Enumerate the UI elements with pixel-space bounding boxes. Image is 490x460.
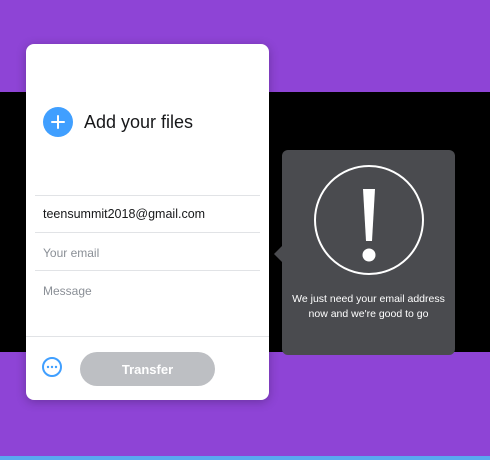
message-input[interactable]: Message (43, 284, 92, 298)
divider (35, 195, 260, 196)
upload-card: Add your files teensummit2018@gmail.com … (26, 44, 269, 400)
email-required-tooltip: We just need your email address now and … (282, 150, 455, 355)
add-files-label: Add your files (84, 111, 194, 132)
your-email-input[interactable]: Your email (43, 246, 99, 260)
exclamation-icon (312, 163, 426, 282)
recipient-email-field[interactable]: teensummit2018@gmail.com (43, 207, 205, 221)
divider (35, 232, 260, 233)
add-files-button[interactable]: Add your files (43, 107, 193, 137)
bottom-edge-line (0, 456, 490, 460)
transfer-button[interactable]: Transfer (80, 352, 215, 386)
divider (35, 270, 260, 271)
tooltip-message: We just need your email address now and … (292, 293, 445, 320)
more-options-icon[interactable] (42, 357, 62, 377)
footer-divider (26, 336, 269, 337)
plus-icon[interactable] (43, 107, 73, 137)
tooltip-arrow (274, 246, 282, 262)
